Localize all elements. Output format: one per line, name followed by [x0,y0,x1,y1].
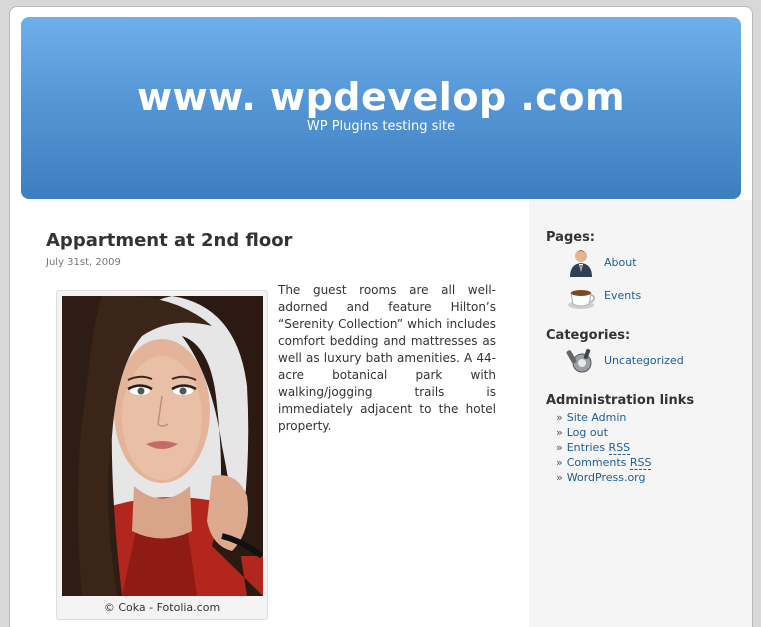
sidebar-item-about[interactable]: About [566,248,752,278]
pages-heading: Pages: [546,230,596,245]
bullet-icon: » [556,426,563,439]
tools-icon [566,348,592,373]
woman-portrait-image [62,296,263,596]
admin-link-log-out[interactable]: » Log out [556,425,651,440]
admin-link-wordpress-org[interactable]: » WordPress.org [556,470,651,485]
main-content: Appartment at 2nd floor July 31st, 2009 [10,200,529,627]
post-body-text: The guest rooms are all well-adorned and… [278,283,496,433]
admin-link-site-admin[interactable]: » Site Admin [556,410,651,425]
post-photo[interactable] [62,296,263,596]
user-icon [570,250,592,277]
bullet-icon: » [556,471,563,484]
image-caption: © Coka - Fotolia.com [103,601,221,614]
bullet-icon: » [556,441,563,454]
site-description: WP Plugins testing site [306,119,456,134]
bullet-icon: » [556,456,563,469]
site-title-link[interactable]: www. wpdevelop .com [21,77,741,117]
admin-links-heading: Administration links [546,393,695,408]
admin-links-list: » Site Admin » Log out » Entries RSS » Comme… [556,410,652,485]
sidebar-item-label[interactable]: Events [604,289,641,302]
post-image-figure: © Coka - Fotolia.com [56,290,268,620]
sidebar: Pages: About Events Categories: Uncatego… [529,200,752,627]
sidebar-item-label[interactable]: About [604,256,637,269]
admin-link-entries-rss[interactable]: » Entries RSS [556,440,651,455]
categories-heading: Categories: [546,328,631,343]
admin-link-comments-rss[interactable]: » Comments RSS [556,455,652,470]
sidebar-item-events[interactable]: Events [566,281,752,311]
sidebar-item-uncategorized[interactable]: Uncategorized [566,346,752,376]
site-header: www. wpdevelop .com WP Plugins testing s… [21,17,741,199]
post-date: July 31st, 2009 [46,257,121,268]
sidebar-item-label[interactable]: Uncategorized [604,354,684,367]
post-title-link[interactable]: Appartment at 2nd floor [46,230,292,251]
coffee-cup-icon [568,290,595,309]
bullet-icon: » [556,411,563,424]
page-container: www. wpdevelop .com WP Plugins testing s… [9,6,753,627]
